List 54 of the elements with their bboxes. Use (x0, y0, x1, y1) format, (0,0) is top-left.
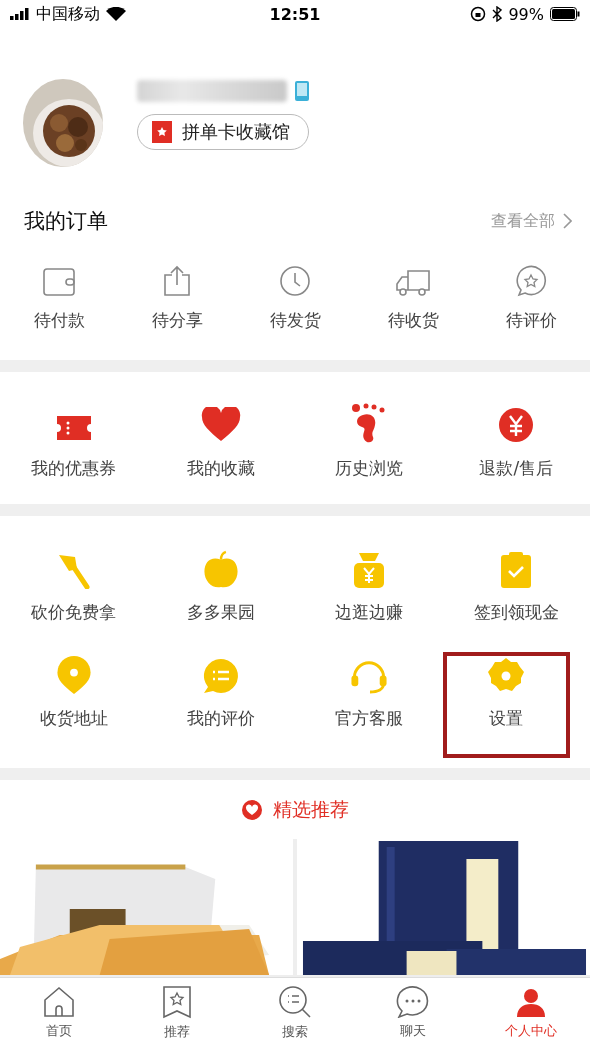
order-status-item[interactable]: 待收货 (354, 256, 472, 333)
order-status-item[interactable]: 待分享 (118, 256, 236, 333)
tab-bar-item[interactable]: 个人中心 (472, 978, 590, 1048)
tool-item[interactable]: 多多果园 (147, 546, 295, 653)
carrier-name: 中国移动 (36, 3, 100, 25)
service-item[interactable]: 我的收藏 (147, 400, 295, 481)
tab-bar-item[interactable]: 推荐 (118, 978, 236, 1048)
chat-icon (396, 986, 430, 1018)
person-icon (515, 986, 547, 1018)
chevron-right-icon (563, 213, 572, 230)
heart-badge-icon (241, 798, 263, 821)
battery-icon (550, 7, 580, 22)
tool-item[interactable]: 官方客服 (295, 652, 443, 759)
section-title: 精选推荐 (273, 796, 349, 822)
tool-item[interactable]: 签到领现金 (442, 546, 590, 653)
apple-icon (203, 550, 240, 590)
tool-item[interactable]: 收货地址 (0, 652, 148, 759)
tab-bar-item[interactable]: 搜索 (236, 978, 354, 1048)
service-item[interactable]: 退款/售后 (442, 400, 590, 481)
search-icon (278, 985, 312, 1019)
wifi-icon (106, 7, 126, 22)
rotation-lock-icon (470, 6, 487, 23)
heart-icon (201, 407, 242, 444)
wallet-icon (42, 267, 76, 298)
clock-time: 12:51 (269, 4, 321, 24)
order-status-item[interactable]: 待评价 (472, 256, 590, 333)
location-pin-icon (55, 656, 92, 696)
tool-item[interactable]: 设置 (442, 652, 570, 759)
tool-item[interactable]: 砍价免费拿 (0, 546, 148, 653)
star-bubble-icon (515, 265, 547, 298)
share-icon (162, 265, 192, 298)
star-card-icon (152, 121, 174, 144)
clock-icon (279, 265, 311, 298)
clipboard-check-icon (499, 551, 534, 590)
bluetooth-icon (492, 6, 503, 23)
money-bag-icon (351, 551, 386, 590)
phone-icon (295, 81, 309, 102)
tab-bar-item[interactable]: 首页 (0, 978, 118, 1048)
tab-bar-item[interactable]: 聊天 (354, 978, 472, 1048)
star-bookmark-icon (162, 985, 192, 1019)
tool-item[interactable]: 边逛边赚 (295, 546, 443, 653)
order-status-item[interactable]: 待发货 (236, 256, 354, 333)
chat-bubble-icon (202, 657, 241, 696)
tool-item[interactable]: 我的评价 (147, 652, 295, 759)
signal-icon (10, 8, 30, 21)
service-item[interactable]: 历史浏览 (295, 400, 443, 481)
home-icon (43, 986, 75, 1018)
service-item[interactable]: 我的优惠券 (0, 400, 148, 481)
yen-icon (498, 407, 535, 444)
order-status-item[interactable]: 待付款 (0, 256, 118, 333)
battery-percent: 99% (508, 4, 544, 24)
truck-icon (395, 267, 431, 298)
footprint-icon (350, 403, 387, 444)
section-title: 我的订单 (24, 208, 108, 236)
